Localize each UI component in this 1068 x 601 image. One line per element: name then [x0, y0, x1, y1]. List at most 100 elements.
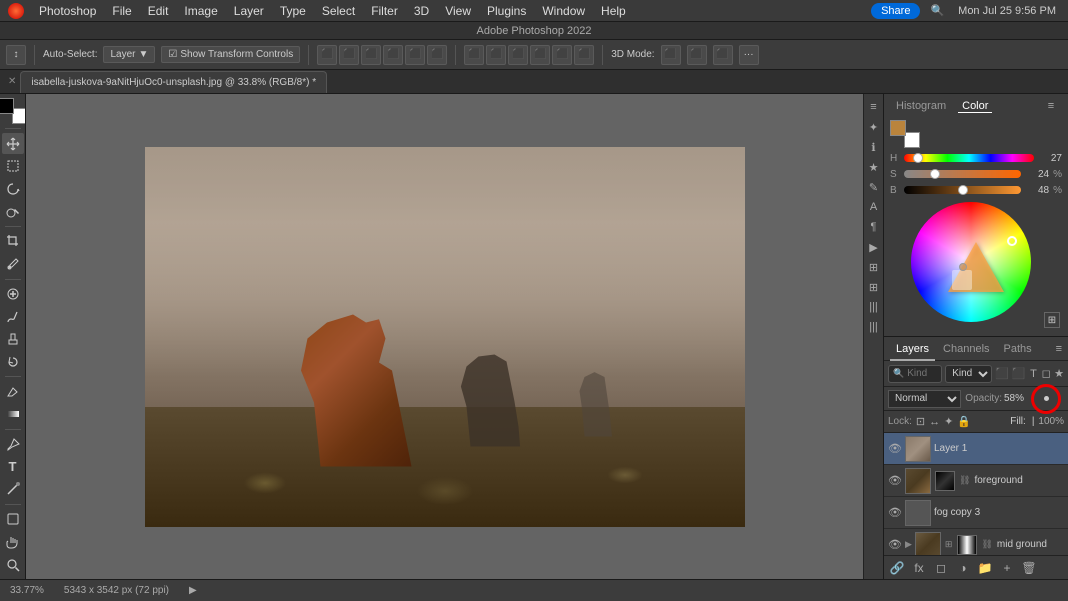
hue-thumb[interactable]	[913, 153, 923, 163]
panel-btn-2[interactable]: ✦	[865, 118, 883, 136]
auto-select-dropdown[interactable]: Layer ▼	[103, 46, 155, 63]
dist-3[interactable]: ⬛	[508, 45, 528, 65]
filter-shape[interactable]: ◻	[1041, 365, 1051, 383]
foreground-color[interactable]	[0, 98, 14, 114]
color-picker-dot[interactable]	[959, 263, 967, 271]
quick-select-tool[interactable]	[2, 201, 24, 222]
align-top[interactable]: ⬛	[383, 45, 403, 65]
panel-btn-6[interactable]: A	[865, 198, 883, 216]
gradient-tool[interactable]	[2, 404, 24, 425]
pen-tool[interactable]	[2, 434, 24, 455]
panel-btn-5[interactable]: ✎	[865, 178, 883, 196]
sat-thumb[interactable]	[930, 169, 940, 179]
filter-smart[interactable]: ★	[1054, 365, 1064, 383]
filter-adjust[interactable]: ⬛	[1012, 365, 1026, 383]
layer-visibility-foreground[interactable]: 👁	[888, 474, 902, 488]
color-fg-swatch[interactable]	[890, 120, 906, 136]
bri-thumb[interactable]	[958, 185, 968, 195]
panel-toggle-btn[interactable]: ≡	[865, 98, 883, 116]
crop-tool[interactable]	[2, 231, 24, 252]
text-tool[interactable]: T	[2, 456, 24, 477]
eraser-tool[interactable]	[2, 381, 24, 402]
3d-option-2[interactable]: ⬛	[687, 45, 707, 65]
panel-btn-11[interactable]: |||	[865, 298, 883, 316]
delete-layer-btn[interactable]: 🗑	[1020, 559, 1038, 577]
tab-histogram[interactable]: Histogram	[892, 100, 950, 112]
dist-1[interactable]: ⬛	[464, 45, 484, 65]
menu-image[interactable]: Image	[177, 0, 224, 22]
link-layers-btn[interactable]: 🔗	[888, 559, 906, 577]
background-color[interactable]	[12, 108, 27, 124]
sat-slider[interactable]	[904, 170, 1021, 178]
menu-photoshop[interactable]: Photoshop	[32, 0, 103, 22]
add-group-btn[interactable]: 📁	[976, 559, 994, 577]
move-tool[interactable]	[2, 133, 24, 154]
opacity-value[interactable]: 58%	[1004, 393, 1024, 404]
menu-select[interactable]: Select	[315, 0, 362, 22]
blend-mode-select[interactable]: Normal	[888, 390, 961, 408]
filter-type[interactable]: T	[1029, 365, 1039, 383]
layer-options2[interactable]: ⊞	[945, 539, 953, 550]
tab-channels[interactable]: Channels	[937, 337, 995, 361]
menu-3d[interactable]: 3D	[407, 0, 436, 22]
panel-btn-8[interactable]: ▶	[865, 238, 883, 256]
lock-pixel[interactable]: ⊡	[916, 415, 925, 428]
align-center-v[interactable]: ⬛	[405, 45, 425, 65]
bri-slider[interactable]	[904, 186, 1021, 194]
hue-indicator[interactable]	[1007, 236, 1017, 246]
layers-search-input[interactable]	[907, 368, 937, 379]
zoom-tool[interactable]	[2, 554, 24, 575]
menu-view[interactable]: View	[438, 0, 478, 22]
eyedropper-tool[interactable]	[2, 254, 24, 275]
brush-tool[interactable]	[2, 306, 24, 327]
panel-btn-12[interactable]: |||	[865, 318, 883, 336]
panel-btn-7[interactable]: ¶	[865, 218, 883, 236]
share-button[interactable]: Share	[871, 3, 920, 19]
color-bg-swatch[interactable]	[904, 132, 920, 148]
show-transform-checkbox[interactable]: ☑ Show Transform Controls	[161, 46, 300, 63]
layer-name-fogcopy3[interactable]: fog copy 3	[934, 507, 1064, 518]
panel-btn-10[interactable]: ⊞	[865, 278, 883, 296]
marquee-tool[interactable]	[2, 156, 24, 177]
fg-bg-color[interactable]	[0, 98, 26, 124]
panel-btn-4[interactable]: ★	[865, 158, 883, 176]
tab-paths[interactable]: Paths	[998, 337, 1038, 361]
tab-layers[interactable]: Layers	[890, 337, 935, 361]
menu-file[interactable]: File	[105, 0, 138, 22]
color-fg-bg[interactable]	[890, 120, 920, 148]
layer-name-layer1[interactable]: Layer 1	[934, 443, 1064, 454]
hue-value[interactable]: 27	[1038, 153, 1062, 164]
menu-help[interactable]: Help	[594, 0, 633, 22]
more-options[interactable]: ···	[739, 45, 759, 65]
add-mask-btn[interactable]: ◻	[932, 559, 950, 577]
healing-tool[interactable]	[2, 284, 24, 305]
menu-window[interactable]: Window	[535, 0, 592, 22]
dist-4[interactable]: ⬛	[530, 45, 550, 65]
layer-row-midground[interactable]: 👁 ▶ ⊞ ⛓ mid ground	[884, 529, 1068, 555]
align-center-h[interactable]: ⬛	[339, 45, 359, 65]
menu-layer[interactable]: Layer	[227, 0, 271, 22]
layers-kind-select[interactable]: Kind	[945, 365, 992, 383]
tab-color[interactable]: Color	[958, 100, 992, 113]
layer-visibility-layer1[interactable]: 👁	[888, 442, 902, 456]
menu-plugins[interactable]: Plugins	[480, 0, 533, 22]
bri-value[interactable]: 48	[1025, 185, 1049, 196]
filter-pixel[interactable]: ⬛	[995, 365, 1009, 383]
color-wheel-container[interactable]: ⊞	[884, 198, 1068, 336]
move-tool-options[interactable]: ↕	[6, 45, 26, 65]
fill-value-display[interactable]: 100%	[1038, 416, 1064, 427]
menu-filter[interactable]: Filter	[364, 0, 405, 22]
canvas-area[interactable]	[26, 94, 863, 579]
menu-type[interactable]: Type	[273, 0, 313, 22]
layers-panel-menu[interactable]: ≡	[1056, 343, 1062, 355]
panel-btn-9[interactable]: ⊞	[865, 258, 883, 276]
3d-option-3[interactable]: ⬛	[713, 45, 733, 65]
lock-all[interactable]: 🔒	[957, 415, 971, 428]
layer-row-fogcopy3[interactable]: 👁 fog copy 3	[884, 497, 1068, 529]
lock-artboard[interactable]: ✦	[944, 415, 953, 428]
menu-edit[interactable]: Edit	[141, 0, 176, 22]
layer-name-midground[interactable]: mid ground	[997, 539, 1064, 550]
dist-6[interactable]: ⬛	[574, 45, 594, 65]
add-style-btn[interactable]: fx	[910, 559, 928, 577]
color-panel-options[interactable]: ⊞	[1044, 312, 1060, 328]
